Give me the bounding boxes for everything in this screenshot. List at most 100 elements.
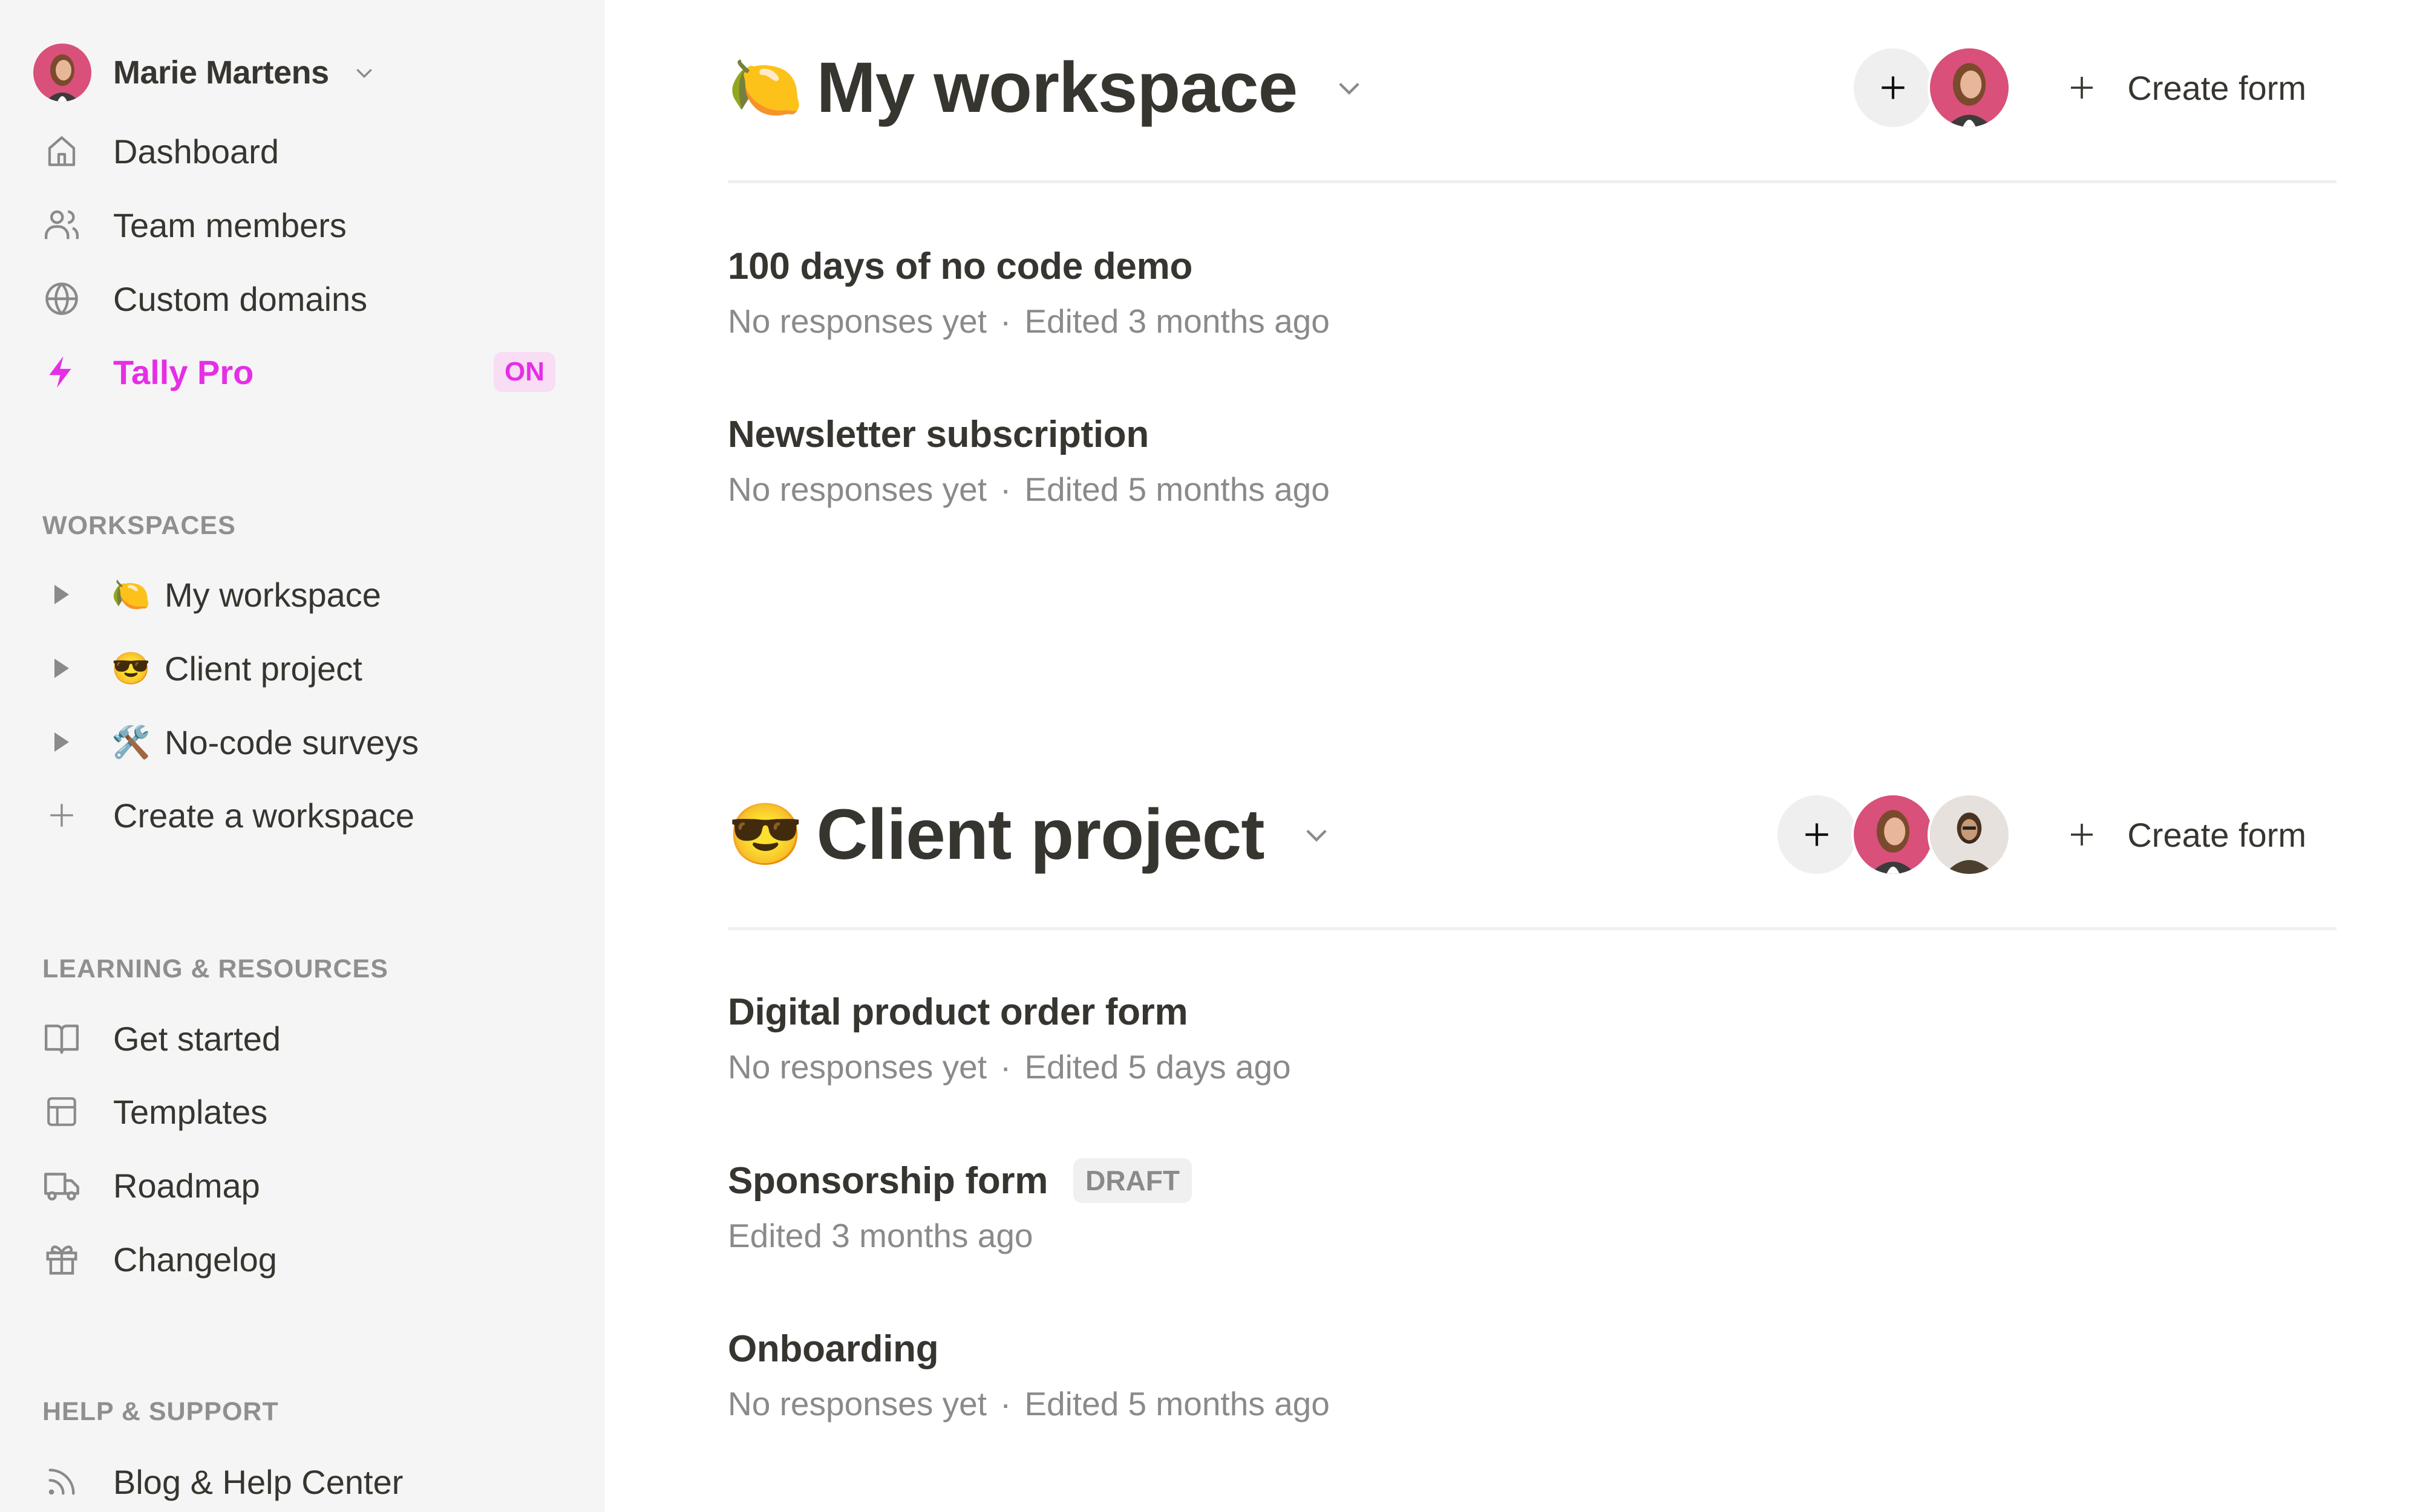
form-item[interactable]: Onboarding No responses yet · Edited 5 m… — [728, 1321, 1330, 1429]
plus-icon — [1805, 823, 1829, 846]
users-icon — [42, 206, 81, 244]
workspace-title: My workspace — [816, 48, 1298, 128]
sidebar-item-label: Blog & Help Center — [113, 1462, 404, 1501]
member-avatars — [1775, 793, 2012, 876]
separator: · — [1000, 471, 1012, 508]
responses-count: No responses yet — [728, 1385, 987, 1422]
divider — [728, 180, 2337, 183]
sidebar-item-label: Get started — [113, 1019, 281, 1058]
member-avatar[interactable] — [1928, 46, 2012, 129]
sidebar-item-custom-domains[interactable]: Custom domains — [42, 272, 563, 326]
layout-icon — [42, 1092, 81, 1131]
workspace-actions: Create form — [1851, 27, 2337, 148]
workspace-actions: Create form — [1775, 774, 2337, 895]
chevron-down-icon — [356, 68, 372, 79]
form-item[interactable]: 100 days of no code demo No responses ye… — [728, 239, 1330, 347]
sidebar-item-label: Dashboard — [113, 132, 279, 171]
workspace-header-my-workspace: 🍋 My workspace Create form — [728, 27, 2337, 183]
expand-triangle-icon[interactable] — [54, 585, 69, 604]
truck-icon — [42, 1166, 81, 1205]
sidebar-item-team-members[interactable]: Team members — [42, 198, 563, 252]
workspace-title-button[interactable]: 🍋 My workspace — [728, 27, 1365, 148]
sidebar-item-blog-help-center[interactable]: Blog & Help Center — [42, 1455, 563, 1509]
form-item[interactable]: Newsletter subscription No responses yet… — [728, 407, 1330, 515]
plus-icon — [42, 796, 81, 835]
form-title[interactable]: Newsletter subscription — [728, 413, 1149, 456]
sidebar-item-roadmap[interactable]: Roadmap — [42, 1158, 563, 1213]
member-avatars — [1851, 46, 2012, 129]
section-label-learning: LEARNING & RESOURCES — [42, 954, 388, 983]
workspace-label: No-code surveys — [165, 723, 419, 761]
sunglasses-emoji-icon: 😎 — [111, 651, 151, 686]
member-avatar[interactable] — [1851, 793, 1935, 876]
sidebar-item-label: Roadmap — [113, 1166, 260, 1205]
book-icon — [42, 1019, 81, 1058]
section-label-help: HELP & SUPPORT — [42, 1397, 279, 1426]
main-content: 🍋 My workspace Create form 100 days of n… — [605, 0, 2420, 1512]
tools-emoji-icon: 🛠️ — [111, 725, 151, 760]
member-avatar[interactable] — [1928, 793, 2012, 876]
chevron-down-icon — [1306, 829, 1327, 842]
add-member-button[interactable] — [1851, 46, 1935, 129]
sidebar-workspace-client-project[interactable]: 😎 Client project — [51, 641, 362, 696]
add-member-button[interactable] — [1775, 793, 1859, 876]
plus-icon — [1882, 76, 1905, 99]
workspace-header-client-project: 😎 Client project Create form — [728, 774, 2337, 930]
form-item[interactable]: Sponsorship form DRAFT Edited 3 months a… — [728, 1153, 1192, 1261]
separator: · — [1000, 1048, 1012, 1086]
form-item[interactable]: Digital product order form No responses … — [728, 985, 1291, 1092]
create-form-label: Create form — [2127, 815, 2306, 854]
form-meta: No responses yet · Edited 5 months ago — [728, 1378, 1330, 1429]
edited-time: Edited 3 months ago — [728, 1217, 1033, 1254]
create-form-button[interactable]: Create form — [2065, 68, 2306, 108]
draft-badge: DRAFT — [1073, 1158, 1192, 1203]
rss-icon — [42, 1462, 81, 1501]
edited-time: Edited 3 months ago — [1024, 302, 1330, 340]
responses-count: No responses yet — [728, 302, 987, 340]
create-workspace-button[interactable]: Create a workspace — [42, 788, 563, 842]
form-meta: No responses yet · Edited 3 months ago — [728, 296, 1330, 347]
form-meta: No responses yet · Edited 5 months ago — [728, 464, 1330, 515]
form-title[interactable]: 100 days of no code demo — [728, 245, 1192, 288]
edited-time: Edited 5 months ago — [1024, 1385, 1330, 1422]
edited-time: Edited 5 days ago — [1024, 1048, 1291, 1086]
form-title[interactable]: Sponsorship form — [728, 1159, 1048, 1202]
home-icon — [42, 132, 81, 171]
workspace-title: Client project — [816, 795, 1265, 875]
user-menu[interactable]: Marie Martens — [33, 44, 376, 102]
separator: · — [1000, 302, 1012, 340]
user-avatar — [33, 44, 91, 102]
responses-count: No responses yet — [728, 471, 987, 508]
sidebar-item-dashboard[interactable]: Dashboard — [42, 124, 563, 178]
form-title[interactable]: Digital product order form — [728, 991, 1188, 1034]
user-name: Marie Martens — [113, 54, 329, 91]
sidebar: Marie Martens Dashboard Team members Cus… — [0, 0, 605, 1512]
sidebar-item-templates[interactable]: Templates — [42, 1084, 563, 1139]
sidebar-item-tally-pro[interactable]: Tally Pro ON — [42, 345, 563, 399]
workspace-title-button[interactable]: 😎 Client project — [728, 774, 1332, 895]
lemon-emoji-icon: 🍋 — [111, 577, 151, 613]
expand-triangle-icon[interactable] — [54, 732, 69, 752]
sidebar-item-changelog[interactable]: Changelog — [42, 1232, 563, 1286]
sidebar-item-label: Changelog — [113, 1240, 277, 1279]
pro-status-badge: ON — [494, 352, 555, 392]
sidebar-item-label: Team members — [113, 206, 347, 244]
sidebar-item-get-started[interactable]: Get started — [42, 1011, 563, 1066]
workspace-label: My workspace — [165, 575, 381, 614]
create-form-button[interactable]: Create form — [2065, 815, 2306, 855]
responses-count: No responses yet — [728, 1048, 987, 1086]
sidebar-item-label: Custom domains — [113, 279, 368, 318]
lemon-emoji-icon: 🍋 — [728, 54, 803, 122]
sidebar-workspace-my-workspace[interactable]: 🍋 My workspace — [51, 567, 381, 622]
form-title[interactable]: Onboarding — [728, 1328, 939, 1370]
create-workspace-label: Create a workspace — [113, 796, 415, 835]
gift-icon — [42, 1240, 81, 1279]
plus-icon — [2071, 77, 2093, 99]
sidebar-workspace-no-code-surveys[interactable]: 🛠️ No-code surveys — [51, 715, 419, 769]
sidebar-item-label: Tally Pro — [113, 353, 254, 391]
expand-triangle-icon[interactable] — [54, 659, 69, 678]
form-meta: No responses yet · Edited 5 days ago — [728, 1041, 1291, 1092]
globe-icon — [42, 279, 81, 318]
separator: · — [1000, 1385, 1012, 1422]
sidebar-item-label: Templates — [113, 1092, 268, 1131]
